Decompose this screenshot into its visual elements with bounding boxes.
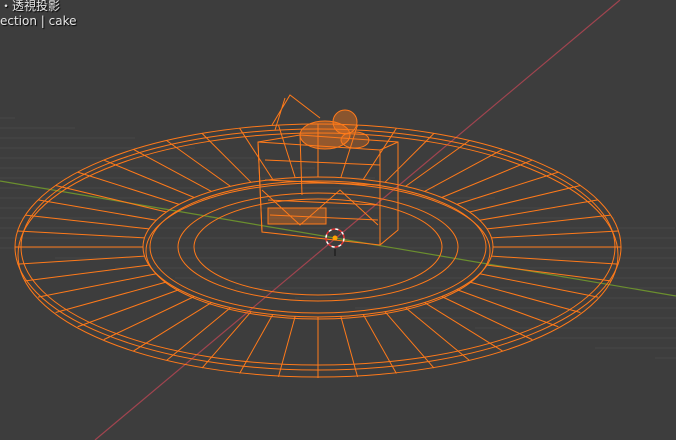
plate-ring — [145, 182, 491, 320]
plate-segment — [133, 302, 212, 352]
plate-segment — [456, 171, 559, 205]
view-mode-label: ・透視投影 — [0, 0, 61, 13]
plate-segment — [17, 230, 145, 239]
plate-segment — [384, 133, 435, 183]
plate-segment — [166, 140, 231, 187]
cake-wireframe[interactable] — [257, 94, 399, 246]
plate-segment — [103, 296, 195, 341]
plate-segment — [405, 307, 470, 361]
plate-segment — [133, 148, 212, 192]
plate-segment — [239, 314, 274, 374]
plate-ring — [149, 180, 487, 314]
plate-segment — [277, 316, 296, 378]
plate-segment — [37, 199, 157, 221]
plate-segment — [479, 199, 599, 221]
plate-segment — [491, 230, 619, 239]
plate-segment — [17, 255, 145, 265]
plate-segment — [486, 214, 611, 230]
plate-segment — [340, 316, 359, 378]
plate-segment — [424, 148, 503, 192]
collection-label: ection | cake — [0, 14, 77, 28]
3d-viewport[interactable] — [0, 0, 676, 440]
plate-segment — [103, 159, 195, 198]
plate-segment — [491, 255, 619, 265]
plate-segment — [25, 214, 150, 230]
plate-segment — [77, 289, 180, 328]
plate-segment — [424, 302, 503, 352]
x-axis-line — [94, 0, 621, 440]
plate-segment — [55, 281, 167, 313]
plate-segment — [362, 314, 397, 374]
plate-segment — [405, 140, 470, 187]
plate-segment — [441, 159, 533, 198]
